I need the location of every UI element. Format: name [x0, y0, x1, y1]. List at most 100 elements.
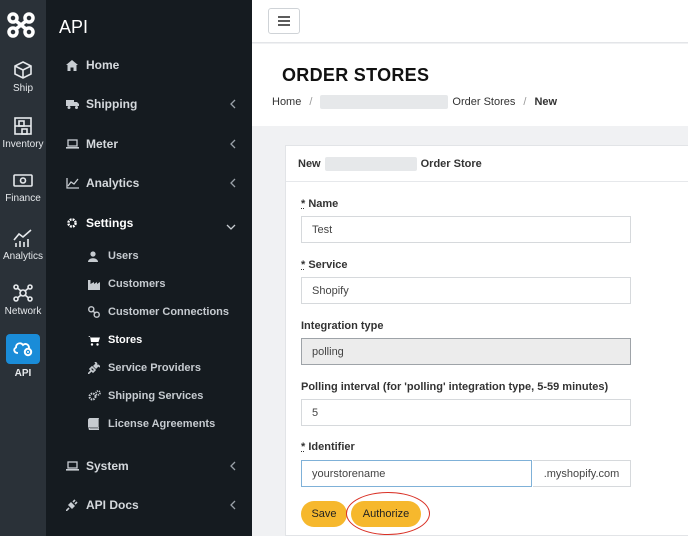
sidebar-item-license-agreements[interactable]: License Agreements [46, 414, 252, 434]
redacted-text [324, 156, 417, 171]
service-label: * Service [301, 259, 348, 271]
required-marker: * [301, 198, 306, 210]
sidebar-item-label: System [86, 459, 129, 473]
sidebar-item-label: Service Providers [108, 362, 201, 374]
sidebar-item-label: API Docs [86, 498, 139, 512]
industry-icon [88, 279, 102, 290]
sidebar-item-settings[interactable]: Settings [46, 212, 252, 234]
menu-toggle-button[interactable] [268, 8, 300, 34]
network-icon [13, 284, 33, 302]
sidebar-item-customers[interactable]: Customers [46, 274, 252, 294]
required-marker: * [301, 259, 306, 271]
cogs-icon [88, 390, 102, 402]
name-label: * Name [301, 198, 338, 210]
app-logo-icon[interactable] [6, 10, 38, 40]
sidebar-item-home[interactable]: Home [46, 54, 252, 76]
breadcrumb-current: New [534, 96, 558, 108]
rail-item-label: Network [4, 306, 42, 317]
sidebar-item-label: Shipping [86, 97, 138, 111]
redacted-text [320, 95, 449, 109]
cloud-gear-icon [13, 341, 33, 356]
polling-interval-input[interactable]: 5 [301, 399, 631, 426]
service-label-text: Service [308, 259, 348, 271]
polling-interval-label: Polling interval (for 'polling' integrat… [301, 381, 609, 393]
box-icon [14, 61, 32, 79]
shelves-icon [14, 117, 32, 135]
sidebar-item-label: Settings [86, 216, 134, 230]
sidebar-item-customer-connections[interactable]: Customer Connections [46, 302, 252, 322]
rail-item-network[interactable]: Network [0, 283, 46, 317]
service-input[interactable]: Shopify [301, 277, 631, 304]
gear-icon [66, 217, 82, 229]
top-bar [252, 0, 688, 43]
rail-item-label: API [14, 368, 32, 379]
link-icon [88, 306, 102, 318]
rail-item-api[interactable]: API [0, 334, 46, 379]
page-title: ORDER STORES [282, 65, 430, 85]
rail-item-label: Ship [12, 83, 33, 94]
save-button[interactable]: Save [301, 501, 347, 527]
sidebar-item-analytics[interactable]: Analytics [46, 172, 252, 194]
sidebar-item-label: Customers [108, 278, 166, 290]
card-title-prefix: New [298, 157, 321, 170]
sidebar-item-label: Home [86, 58, 120, 72]
name-input[interactable]: Test [301, 216, 631, 243]
card-title: New Order Store [286, 146, 688, 182]
sidebar-item-stores[interactable]: Stores [46, 330, 252, 350]
rail-item-finance[interactable]: Finance [0, 172, 46, 204]
breadcrumb-separator: / [309, 96, 313, 108]
chevron-left-icon [230, 98, 236, 112]
highlight-circle [346, 492, 430, 535]
truck-icon [66, 99, 82, 109]
sidebar-item-label: Shipping Services [108, 390, 204, 402]
card-title-suffix: Order Store [420, 157, 482, 170]
chevron-left-icon [230, 138, 236, 152]
rail-item-ship[interactable]: Ship [0, 60, 46, 94]
laptop-icon [66, 461, 82, 471]
rail-item-label: Analytics [2, 251, 43, 262]
sidebar-item-shipping-services[interactable]: Shipping Services [46, 386, 252, 406]
plug-icon [88, 362, 102, 374]
hamburger-icon [278, 16, 290, 26]
sidebar-title: API [59, 17, 89, 37]
plug-icon [66, 499, 82, 511]
name-label-text: Name [308, 198, 339, 210]
sidebar-item-service-providers[interactable]: Service Providers [46, 358, 252, 378]
chevron-left-icon [230, 499, 236, 513]
user-icon [88, 250, 102, 262]
breadcrumb-separator: / [523, 96, 527, 108]
sidebar-item-users[interactable]: Users [46, 246, 252, 266]
sidebar-item-label: License Agreements [108, 418, 216, 430]
rail-item-analytics[interactable]: Analytics [0, 228, 46, 262]
chevron-left-icon [230, 460, 236, 474]
identifier-label: * Identifier [301, 441, 355, 453]
book-icon [88, 418, 102, 430]
area-chart-icon [66, 177, 82, 189]
identifier-suffix: .myshopify.com [533, 460, 631, 487]
app-rail: Ship Inventory Finance Analytics Network… [0, 0, 46, 536]
chevron-left-icon [230, 177, 236, 191]
chart-icon [13, 229, 32, 247]
home-icon [66, 59, 82, 71]
sidebar: API Home Shipping Meter Analytics Settin… [46, 0, 252, 536]
breadcrumb-stores-link[interactable]: Order Stores [452, 96, 515, 108]
sidebar-item-label: Customer Connections [108, 306, 230, 318]
sidebar-item-label: Stores [108, 334, 143, 346]
chevron-down-icon [226, 219, 236, 233]
required-marker: * [301, 441, 306, 453]
rail-item-inventory[interactable]: Inventory [0, 116, 46, 150]
rail-item-label: Finance [5, 193, 41, 204]
identifier-input[interactable]: yourstorename [301, 460, 532, 487]
sidebar-item-label: Meter [86, 137, 119, 151]
breadcrumb-home-link[interactable]: Home [272, 96, 301, 108]
breadcrumb: Home / Order Stores / New [272, 95, 557, 109]
sidebar-item-api-docs[interactable]: API Docs [46, 494, 252, 516]
sidebar-item-shipping[interactable]: Shipping [46, 93, 252, 115]
integration-type-field: polling [301, 338, 631, 365]
integration-type-label: Integration type [301, 320, 384, 332]
sidebar-item-meter[interactable]: Meter [46, 133, 252, 155]
money-icon [13, 174, 33, 187]
sidebar-item-system[interactable]: System [46, 455, 252, 477]
laptop-icon [66, 139, 82, 149]
page-header: ORDER STORES Home / Order Stores / New [252, 44, 688, 126]
